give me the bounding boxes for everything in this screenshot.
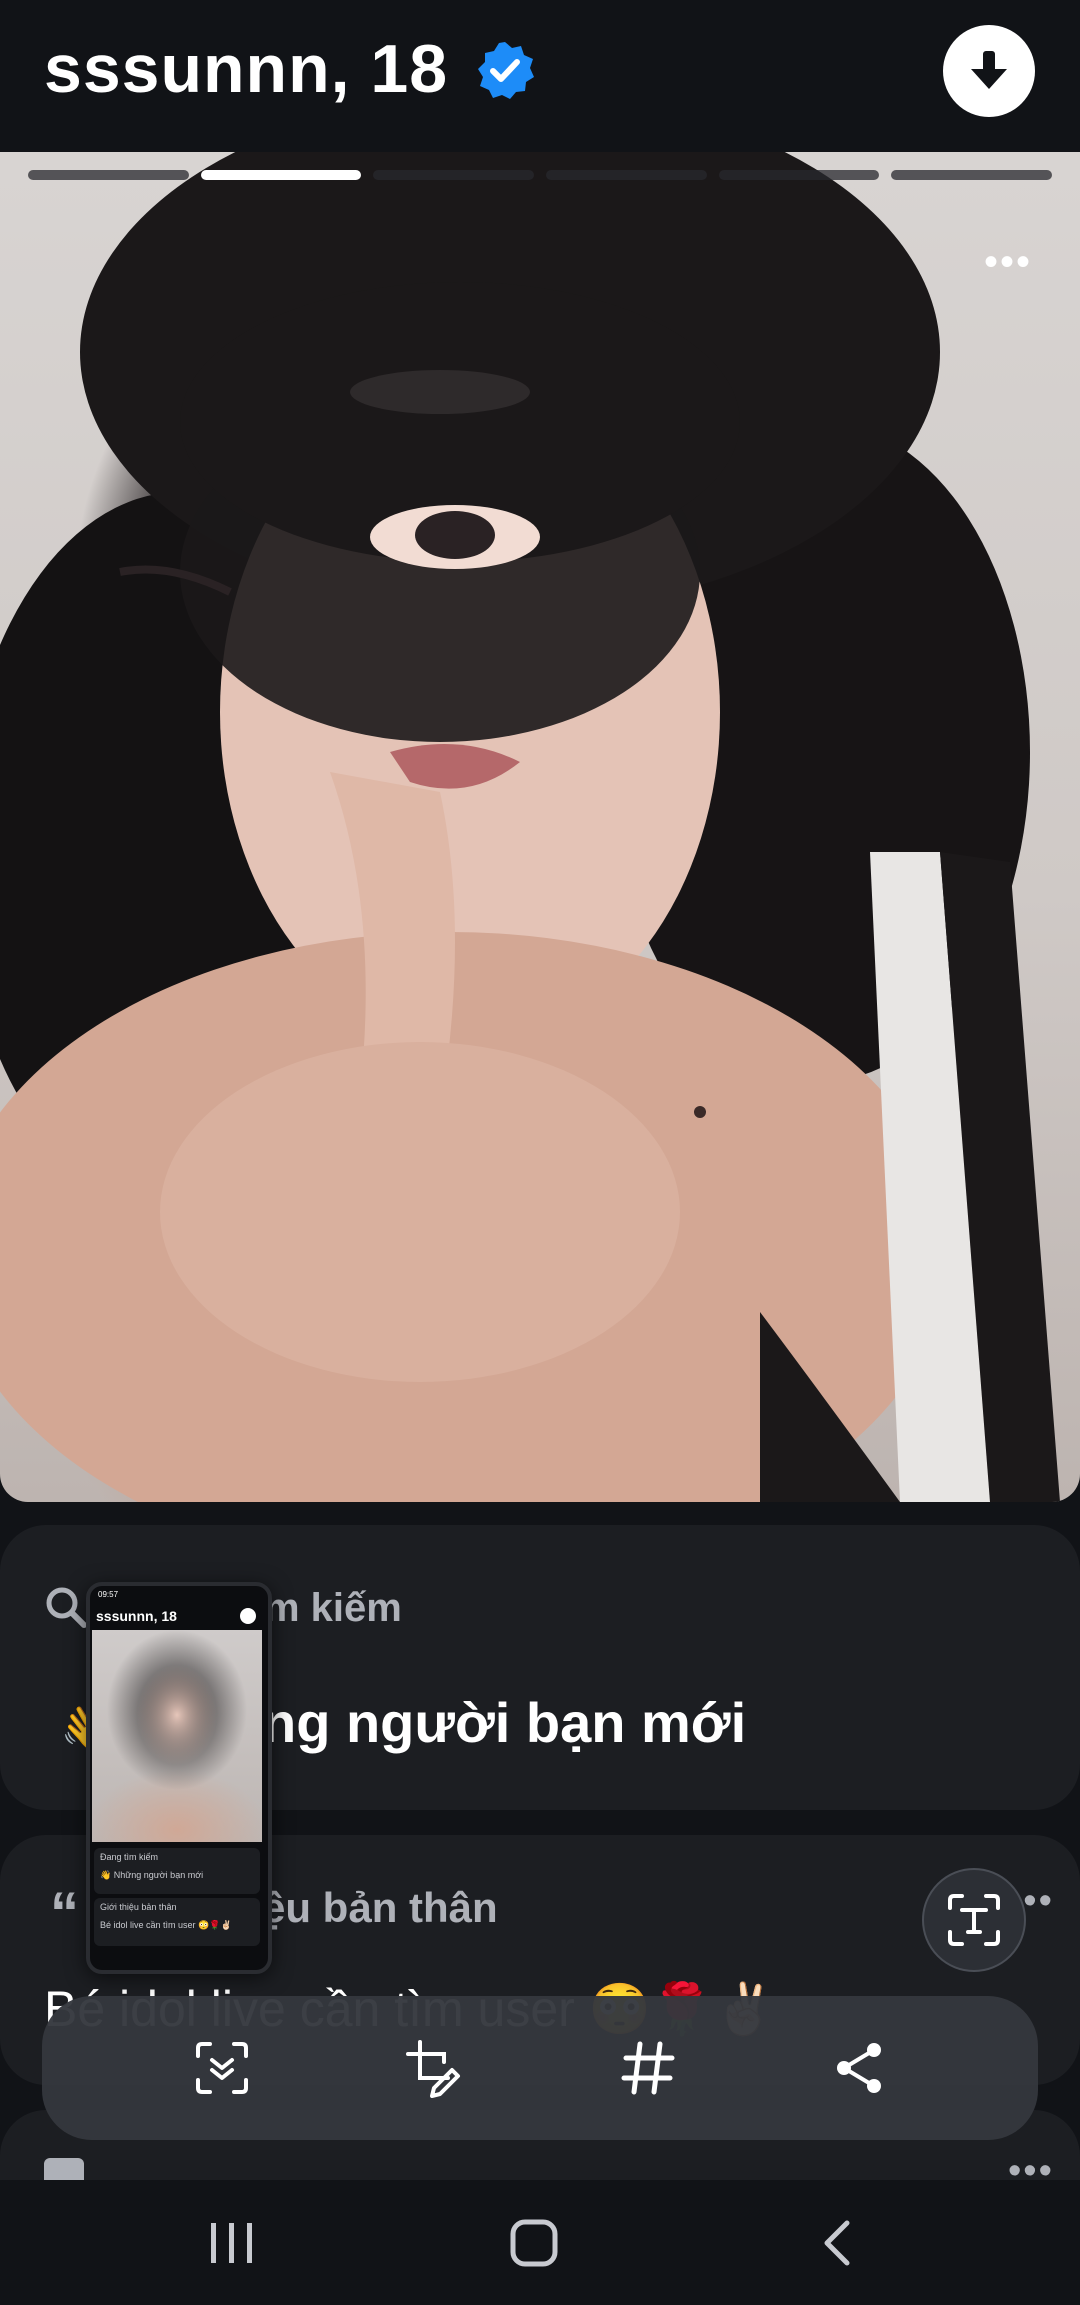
progress-segment-active	[200, 170, 362, 180]
extract-text-button[interactable]	[922, 1868, 1026, 1972]
progress-segment	[546, 170, 707, 180]
thumb-status-time: 09:57	[98, 1590, 119, 1599]
screenshot-toolbar	[42, 1996, 1038, 2140]
share-icon	[837, 2043, 881, 2093]
download-button[interactable]	[943, 25, 1035, 117]
quote-icon: “	[50, 1881, 79, 1946]
thumb-line: 👋 Những người bạn mới	[100, 1870, 204, 1880]
photo-more-icon[interactable]: •••	[984, 242, 1032, 282]
home-icon	[510, 2219, 558, 2267]
scroll-capture-button[interactable]	[192, 2038, 252, 2098]
thumb-line: Đang tìm kiếm	[100, 1852, 159, 1862]
looking-for-title: m kiếm	[264, 1586, 402, 1630]
recent-apps-icon	[211, 2223, 252, 2263]
screenshot-thumbnail[interactable]: 09:57 sssunnn, 18 Đang tìm kiếm 👋 Những …	[86, 1582, 272, 1974]
thumb-photo	[92, 1630, 262, 1842]
thumb-line: Bé idol live cần tìm user 😳🌹✌🏻	[100, 1920, 232, 1930]
photo-illustration	[0, 152, 1060, 1502]
about-me-title: ệu bản thân	[262, 1884, 498, 1931]
hashtag-icon	[621, 2041, 675, 2095]
photo-progress-bar	[28, 170, 1053, 180]
tag-button[interactable]	[618, 2038, 678, 2098]
back-button[interactable]	[796, 2208, 876, 2278]
recent-apps-button[interactable]	[192, 2208, 272, 2278]
thumb-download-icon	[240, 1608, 256, 1624]
thumb-line: Giới thiệu bản thân	[100, 1902, 177, 1912]
looking-for-value: ng người bạn mới	[262, 1691, 747, 1754]
back-chevron-icon	[824, 2220, 850, 2266]
draw-button[interactable]	[404, 2038, 464, 2098]
progress-segment	[718, 170, 880, 180]
home-button[interactable]	[494, 2208, 574, 2278]
verified-badge-icon	[478, 42, 534, 99]
crop-edit-icon	[406, 2040, 460, 2098]
scan-capture-icon	[196, 2042, 248, 2094]
share-button[interactable]	[830, 2038, 890, 2098]
text-recognition-icon	[948, 1894, 1000, 1946]
search-icon	[46, 1587, 87, 1628]
thumb-profile-name: sssunnn, 18	[96, 1608, 177, 1624]
profile-photo[interactable]: •••	[0, 152, 1080, 1502]
profile-header: sssunnn, 18	[0, 0, 1080, 152]
thumb-nav-bar	[90, 1950, 268, 1966]
download-arrow-icon	[971, 51, 1007, 89]
progress-segment	[373, 170, 535, 180]
progress-segment	[28, 170, 189, 180]
system-nav-bar	[0, 2180, 1080, 2305]
progress-segment	[891, 170, 1053, 180]
profile-name: sssunnn, 18	[44, 31, 449, 107]
